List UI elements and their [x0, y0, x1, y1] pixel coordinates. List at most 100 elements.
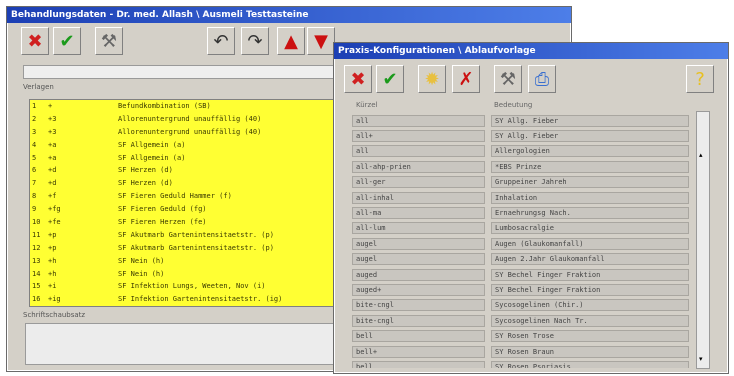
- meaning-cell[interactable]: Ernaehrungsg Nach.: [491, 207, 689, 220]
- meaning-cell[interactable]: SY Rosen Braun: [491, 345, 689, 358]
- confirm-button[interactable]: ✔: [376, 65, 404, 93]
- table-row[interactable]: augel Augen 2.Jahr Glaukomanfall: [352, 252, 696, 267]
- vertical-scrollbar[interactable]: ▴ ▾: [696, 111, 710, 369]
- tool-button[interactable]: ⚒: [494, 65, 522, 93]
- list-item[interactable]: 2 +3 Allorenuntergrund unauffällig (40): [30, 113, 340, 126]
- table-row[interactable]: bell+ SY Rosen Braun: [352, 344, 696, 359]
- abbreviation-cell[interactable]: bite-cngl: [352, 299, 485, 312]
- abbreviation-grid[interactable]: all SY Allg. Fieber all+ SY Allg. Fieber all…: [352, 113, 696, 368]
- meaning-cell[interactable]: SY Allg. Fieber: [491, 130, 689, 143]
- table-row[interactable]: bite-cngl Sycosogelinen (Chir.): [352, 298, 696, 313]
- wrench-icon: ⚒: [100, 30, 118, 52]
- meaning-cell[interactable]: Allergologien: [491, 145, 689, 158]
- new-button[interactable]: ✹: [418, 65, 446, 93]
- row-text: SF Fieren Herzen (fe): [118, 218, 207, 227]
- row-text: SF Infektion Gartenintensitaetstr. (ig): [118, 306, 340, 307]
- table-row[interactable]: auged+ SY Bechel Finger Fraktion: [352, 282, 696, 297]
- delete-button[interactable]: ✖: [344, 65, 372, 93]
- abbreviation-cell[interactable]: all-ma: [352, 207, 485, 220]
- help-button[interactable]: ?: [686, 65, 714, 93]
- abbreviation-cell[interactable]: all+: [352, 130, 485, 143]
- list-item[interactable]: 11 +p SF Akutmarb Gartenintensitaetstr. (p…: [30, 229, 340, 242]
- confirm-button[interactable]: ✔: [53, 27, 81, 55]
- meaning-cell[interactable]: Gruppeiner Jahreh: [491, 176, 689, 189]
- down-button[interactable]: ▼: [307, 27, 335, 55]
- list-item[interactable]: 9 +fg SF Fieren Geduld (fg): [30, 203, 340, 216]
- table-row[interactable]: all SY Allg. Fieber: [352, 113, 696, 128]
- list-item[interactable]: 1 + Befundkombination (SB): [30, 100, 340, 113]
- tool-button[interactable]: ⚒: [95, 27, 123, 55]
- list-item[interactable]: 12 +p SF Akutmarb Gartenintensitaetstr. (p…: [30, 242, 340, 255]
- meaning-cell[interactable]: SY Bechel Finger Fraktion: [491, 283, 689, 296]
- row-number: 2: [32, 114, 37, 123]
- meaning-cell[interactable]: Sycosogelinen Nach Tr.: [491, 314, 689, 327]
- table-row[interactable]: all-inhal Inhalation: [352, 190, 696, 205]
- table-row[interactable]: all Allergologien: [352, 144, 696, 159]
- abbreviation-cell[interactable]: auged: [352, 268, 485, 281]
- row-text: SF Nein (h): [118, 256, 165, 265]
- entry-list[interactable]: 1 + Befundkombination (SB) 2 +3 Allorenunterg…: [29, 99, 341, 307]
- row-code: +fg: [48, 205, 61, 214]
- prev-button[interactable]: ↶: [207, 27, 235, 55]
- list-item[interactable]: 3 +3 Allorenuntergrund unauffällig (40): [30, 126, 340, 139]
- row-code: +p: [48, 230, 57, 239]
- meaning-cell[interactable]: SY Bechel Finger Fraktion: [491, 268, 689, 281]
- list-item[interactable]: 7 +d SF Herzen (d): [30, 177, 340, 190]
- list-item[interactable]: 10 +fe SF Fieren Herzen (fe): [30, 216, 340, 229]
- list-item[interactable]: 8 +f SF Fieren Geduld Hammer (f): [30, 190, 340, 203]
- meaning-cell[interactable]: Augen (Glaukomanfall): [491, 237, 689, 250]
- abbreviation-cell[interactable]: all: [352, 114, 485, 127]
- row-number: 1: [32, 102, 37, 110]
- abbreviation-cell[interactable]: augel: [352, 237, 485, 250]
- wrench-icon: ⚒: [499, 68, 517, 90]
- up-button[interactable]: ▲: [277, 27, 305, 55]
- list-item[interactable]: 14 +h SF Nein (h): [30, 268, 340, 281]
- table-row[interactable]: all-ahp-prien *EBS Prinze: [352, 159, 696, 174]
- table-row[interactable]: all+ SY Allg. Fieber: [352, 128, 696, 143]
- meaning-cell[interactable]: Inhalation: [491, 191, 689, 204]
- meaning-cell[interactable]: Lumbosacralgie: [491, 222, 689, 235]
- table-row[interactable]: bell SY Rosen Trose: [352, 328, 696, 343]
- table-row[interactable]: auged SY Bechel Finger Fraktion: [352, 267, 696, 282]
- abbreviation-cell[interactable]: all-ahp-prien: [352, 160, 485, 173]
- table-row[interactable]: all-ma Ernaehrungsg Nach.: [352, 205, 696, 220]
- list-item[interactable]: 13 +h SF Nein (h): [30, 255, 340, 268]
- abbreviation-cell[interactable]: bell: [352, 330, 485, 343]
- next-button[interactable]: ↷: [241, 27, 269, 55]
- abbreviation-cell[interactable]: all: [352, 145, 485, 158]
- list-item[interactable]: 5 +a SF Allgemein (a): [30, 152, 340, 165]
- print-button[interactable]: ⎙: [528, 65, 556, 93]
- abbreviation-cell[interactable]: bell: [352, 360, 485, 368]
- table-row[interactable]: bite-cngl Sycosogelinen Nach Tr.: [352, 313, 696, 328]
- list-item[interactable]: 17+igSF Infektion Gartenintensitaetstr. …: [30, 306, 340, 307]
- abbreviation-cell[interactable]: all-lum: [352, 222, 485, 235]
- note-textarea[interactable]: [25, 323, 335, 365]
- list-item[interactable]: 16 +ig SF Infektion Gartenintensitaetstr. …: [30, 293, 340, 306]
- arrow-right-icon: ↷: [247, 30, 263, 52]
- table-row[interactable]: all-ger Gruppeiner Jahreh: [352, 175, 696, 190]
- abbreviation-cell[interactable]: all-ger: [352, 176, 485, 189]
- abbreviation-cell[interactable]: bite-cngl: [352, 314, 485, 327]
- meaning-cell[interactable]: SY Rosen Psoriasis: [491, 360, 689, 368]
- meaning-cell[interactable]: Sycosogelinen (Chir.): [491, 299, 689, 312]
- list-item[interactable]: 4 +a SF Allgemein (a): [30, 139, 340, 152]
- scroll-up-icon[interactable]: ▴: [699, 152, 707, 159]
- row-number: 7: [32, 179, 37, 188]
- abbreviation-cell[interactable]: bell+: [352, 345, 485, 358]
- meaning-cell[interactable]: *EBS Prinze: [491, 160, 689, 173]
- remove-button[interactable]: ✗: [452, 65, 480, 93]
- meaning-cell[interactable]: Augen 2.Jahr Glaukomanfall: [491, 253, 689, 266]
- column-header-value: Bedeutung: [494, 101, 533, 109]
- table-row[interactable]: all-lum Lumbosacralgie: [352, 221, 696, 236]
- meaning-cell[interactable]: SY Rosen Trose: [491, 330, 689, 343]
- list-item[interactable]: 15 +i SF Infektion Lungs, Weeten, Nov (i): [30, 280, 340, 293]
- list-item[interactable]: 6 +d SF Herzen (d): [30, 164, 340, 177]
- abbreviation-cell[interactable]: auged+: [352, 283, 485, 296]
- abbreviation-cell[interactable]: augel: [352, 253, 485, 266]
- table-row[interactable]: bell SY Rosen Psoriasis: [352, 359, 696, 368]
- delete-button[interactable]: ✖: [21, 27, 49, 55]
- scroll-down-icon[interactable]: ▾: [699, 356, 707, 363]
- abbreviation-cell[interactable]: all-inhal: [352, 191, 485, 204]
- table-row[interactable]: augel Augen (Glaukomanfall): [352, 236, 696, 251]
- meaning-cell[interactable]: SY Allg. Fieber: [491, 114, 689, 127]
